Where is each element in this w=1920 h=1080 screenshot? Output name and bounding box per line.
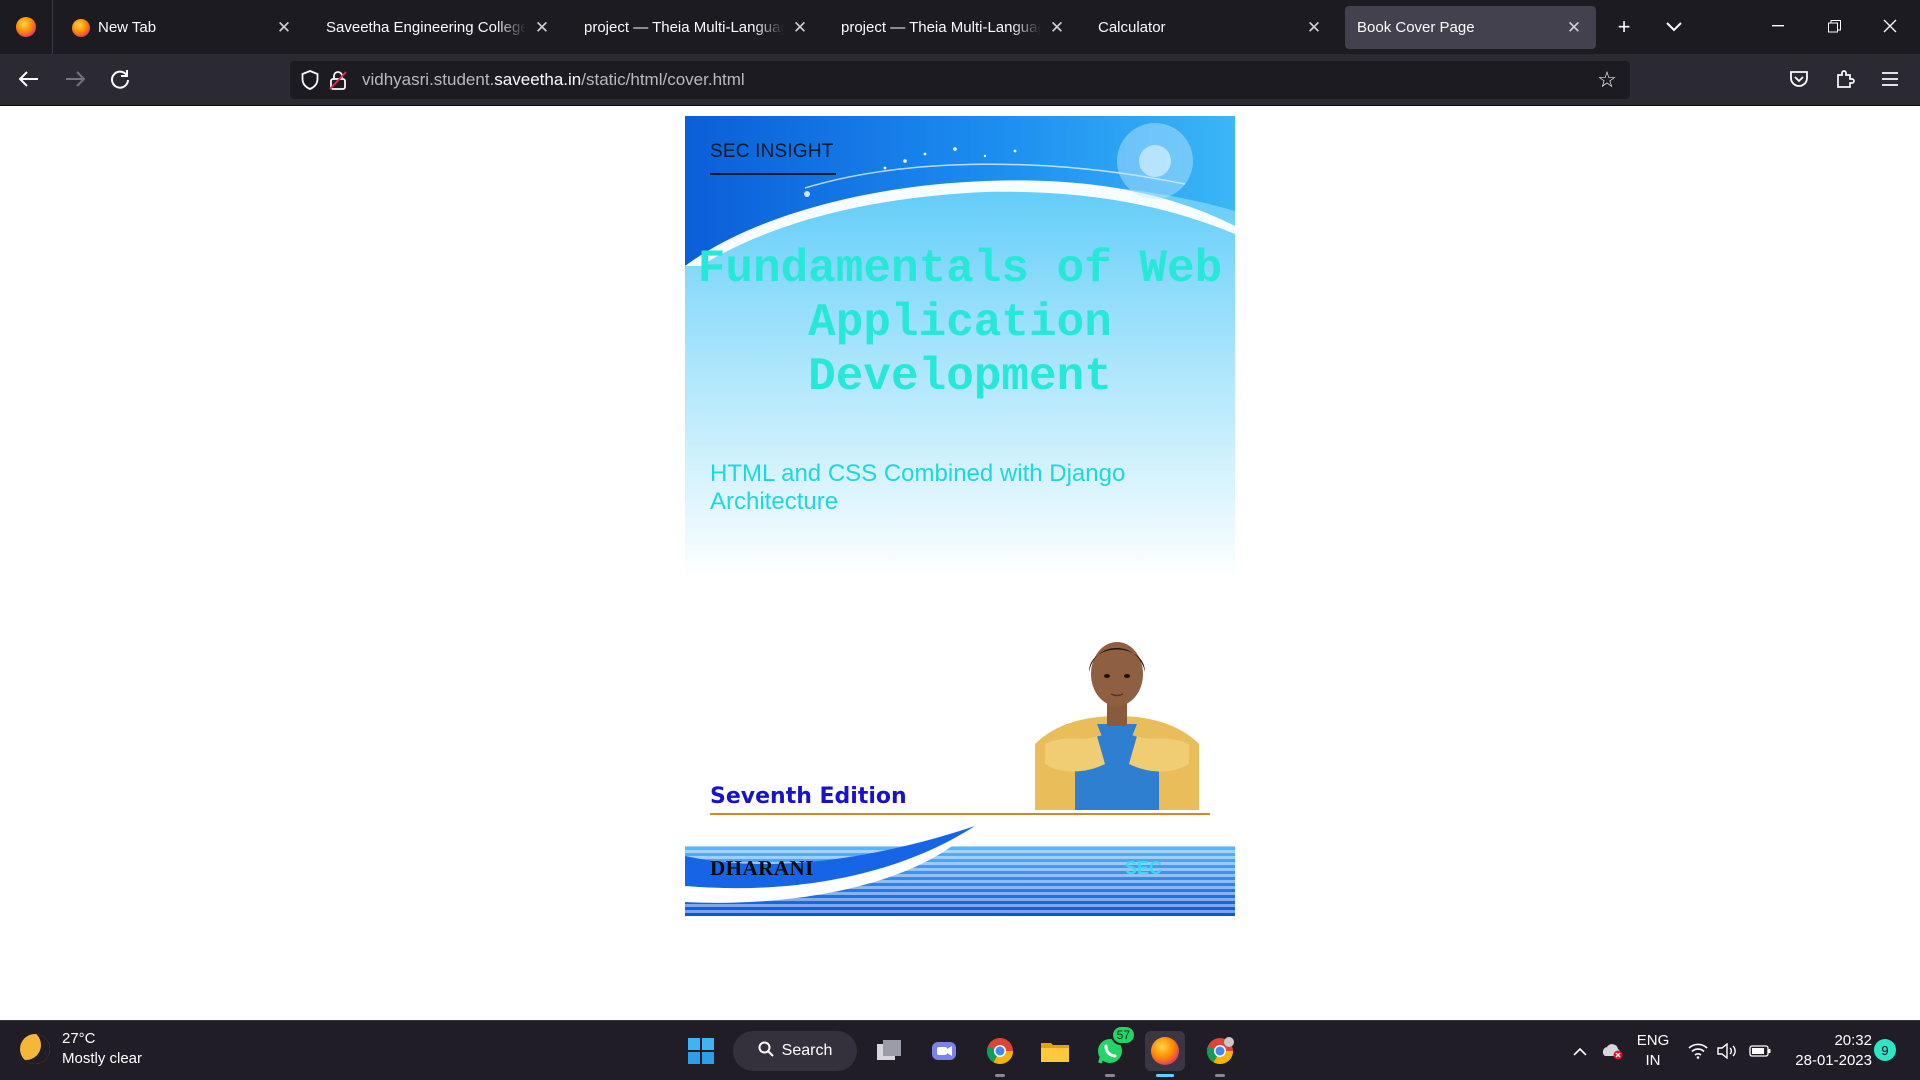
windows-start-button[interactable] <box>681 1031 721 1071</box>
tab-theia-2[interactable]: project — Theia Multi-Language ✕ <box>829 6 1079 49</box>
url-path: /static/html/cover.html <box>581 70 745 89</box>
reload-icon[interactable] <box>103 62 137 96</box>
publisher-mark: SEC <box>1125 858 1163 878</box>
weather-condition: Mostly clear <box>62 1050 143 1067</box>
whatsapp-unread-badge: 57 <box>1110 1025 1136 1045</box>
chrome-icon[interactable] <box>980 1031 1020 1077</box>
language-indicator[interactable]: ENG IN <box>1636 1031 1670 1071</box>
tab-strip: New Tab ✕ Saveetha Engineering College ✕… <box>0 0 1920 54</box>
firefox-logo-icon <box>1151 1037 1179 1065</box>
windows-logo-icon <box>688 1038 714 1064</box>
url-bar[interactable]: vidhyasri.student.saveetha.in/static/htm… <box>290 61 1630 99</box>
search-label: Search <box>781 1042 833 1059</box>
task-view-icon[interactable] <box>869 1031 909 1071</box>
forward-arrow-icon[interactable] <box>58 62 92 96</box>
chevron-up-icon[interactable] <box>1566 1021 1594 1080</box>
close-tab-icon[interactable]: ✕ <box>532 18 552 38</box>
notification-count-badge[interactable]: 9 <box>1874 1039 1896 1061</box>
back-arrow-icon[interactable] <box>12 62 46 96</box>
firefox-taskbar-icon[interactable] <box>1145 1031 1185 1077</box>
tab-title: Book Cover Page <box>1357 19 1475 36</box>
page-viewport: SEC INSIGHT Fundamentals of Web Applicat… <box>0 106 1920 1020</box>
running-indicator <box>1156 1074 1174 1077</box>
book-subtitle: HTML and CSS Combined with Django Archit… <box>710 460 1126 515</box>
tab-title: project — Theia Multi-Language <box>584 19 784 36</box>
whatsapp-icon[interactable]: 57 <box>1090 1025 1136 1077</box>
tab-book-cover-page[interactable]: Book Cover Page ✕ <box>1345 6 1596 49</box>
insecure-lock-icon[interactable] <box>324 61 352 99</box>
wifi-icon[interactable] <box>1683 1021 1713 1080</box>
volume-icon[interactable] <box>1713 1021 1743 1080</box>
weather-widget[interactable]: 27°C Mostly clear <box>20 1029 142 1069</box>
clock-time: 20:32 <box>1834 1032 1872 1049</box>
tab-title: Calculator <box>1098 19 1166 36</box>
region-code: IN <box>1645 1052 1661 1069</box>
moon-cloud-icon <box>20 1034 50 1064</box>
chevron-down-icon[interactable] <box>1657 10 1691 44</box>
minimize-icon[interactable] <box>1755 6 1801 46</box>
url-text[interactable]: vidhyasri.student.saveetha.in/static/htm… <box>362 70 745 90</box>
battery-icon[interactable] <box>1745 1021 1775 1080</box>
tab-title: project — Theia Multi-Language <box>841 19 1041 36</box>
taskbar: 27°C Mostly clear Search 57 ENG IN 20:32… <box>0 1020 1920 1080</box>
author-name: DHARANI <box>710 856 814 880</box>
close-tab-icon[interactable]: ✕ <box>1564 18 1584 38</box>
tab-title: Saveetha Engineering College <box>326 19 526 36</box>
running-indicator <box>995 1074 1005 1077</box>
close-tab-icon[interactable]: ✕ <box>1304 18 1324 38</box>
close-window-icon[interactable] <box>1867 6 1913 46</box>
url-subdomain: vidhyasri.student. <box>362 70 495 89</box>
tab-title: New Tab <box>98 19 157 36</box>
book-cover: SEC INSIGHT Fundamentals of Web Applicat… <box>685 116 1235 916</box>
running-indicator <box>1105 1074 1115 1077</box>
extensions-icon[interactable] <box>1828 62 1862 96</box>
pocket-icon[interactable] <box>1782 62 1816 96</box>
url-host: saveetha.in <box>494 70 582 89</box>
firefox-favicon-icon <box>72 18 90 37</box>
file-explorer-icon[interactable] <box>1035 1031 1075 1071</box>
onedrive-error-icon[interactable] <box>1598 1021 1626 1080</box>
language-code: ENG <box>1636 1032 1670 1049</box>
tab-theia-1[interactable]: project — Theia Multi-Language ✕ <box>572 6 822 49</box>
edition-label: Seventh Edition <box>710 784 907 809</box>
system-clock[interactable]: 20:32 28-01-2023 <box>1780 1031 1872 1071</box>
chrome-profile-icon[interactable] <box>1200 1031 1240 1077</box>
firefox-menu-button[interactable] <box>0 0 53 54</box>
navigation-toolbar: vidhyasri.student.saveetha.in/static/htm… <box>0 54 1920 106</box>
edition-divider <box>710 813 1210 815</box>
author-photo <box>1035 624 1199 810</box>
taskbar-search-button[interactable]: Search <box>733 1031 857 1071</box>
close-tab-icon[interactable]: ✕ <box>274 18 294 38</box>
firefox-logo-icon <box>16 17 36 37</box>
book-title: Fundamentals of Web Application Developm… <box>697 243 1223 403</box>
tab-saveetha[interactable]: Saveetha Engineering College ✕ <box>314 6 564 49</box>
close-tab-icon[interactable]: ✕ <box>1047 18 1067 38</box>
close-tab-icon[interactable]: ✕ <box>790 18 810 38</box>
weather-temperature: 27°C <box>62 1030 96 1047</box>
bookmark-star-icon[interactable]: ☆ <box>1590 63 1624 97</box>
teams-chat-icon[interactable] <box>924 1031 964 1071</box>
clock-date: 28-01-2023 <box>1795 1052 1872 1069</box>
running-indicator <box>1215 1074 1225 1077</box>
tab-new-tab[interactable]: New Tab ✕ <box>60 6 306 49</box>
search-icon <box>758 1041 774 1062</box>
shield-icon[interactable] <box>296 61 324 99</box>
series-underline <box>710 173 836 175</box>
tab-calculator[interactable]: Calculator ✕ <box>1086 6 1336 49</box>
restore-icon[interactable] <box>1811 6 1857 46</box>
plus-icon[interactable]: + <box>1607 10 1641 44</box>
series-label: SEC INSIGHT <box>710 141 834 162</box>
hamburger-menu-icon[interactable] <box>1873 62 1907 96</box>
